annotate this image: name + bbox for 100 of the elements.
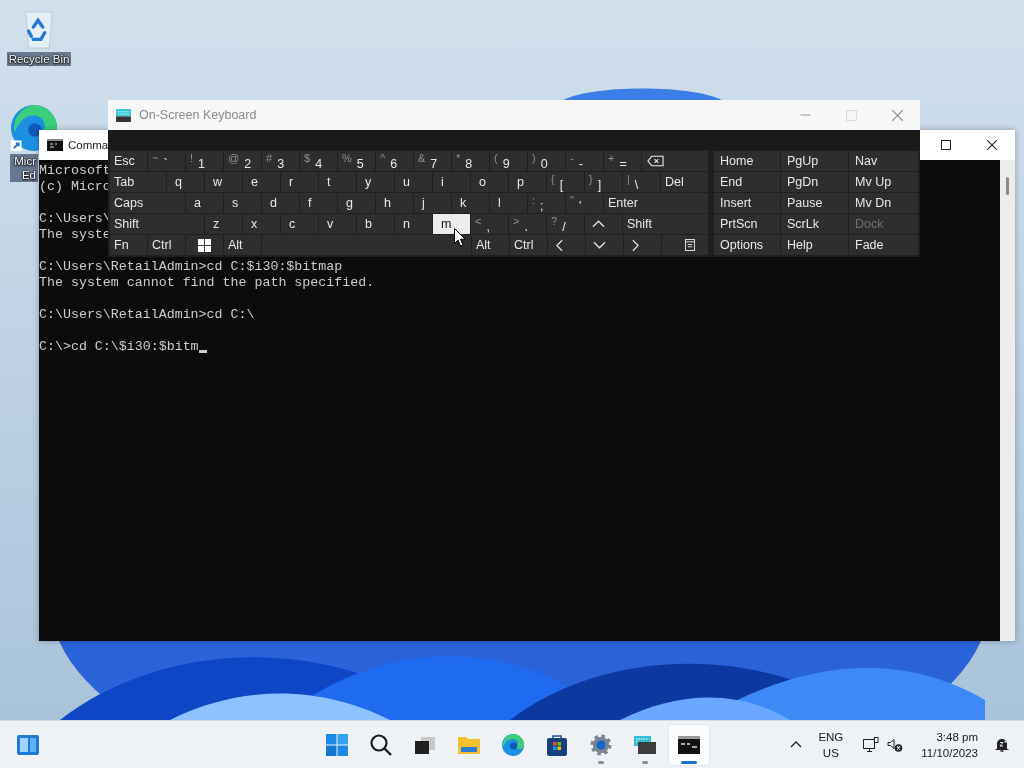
keyboard-key[interactable]: % 5 bbox=[338, 151, 375, 171]
language-indicator[interactable]: ENG US bbox=[812, 728, 850, 761]
keyboard-key[interactable]: h bbox=[376, 193, 413, 213]
terminal-line: C:\Users\RetailAdmin>cd C:\ bbox=[39, 307, 255, 323]
keyboard-key[interactable]: Fn bbox=[110, 235, 147, 255]
keyboard-key[interactable]: k bbox=[452, 193, 489, 213]
keyboard-key[interactable]: Help bbox=[781, 235, 848, 255]
close-icon bbox=[891, 109, 903, 121]
keyboard-key[interactable]: q bbox=[167, 172, 204, 192]
chevron-left-icon bbox=[556, 238, 563, 252]
keyboard-key[interactable]: g bbox=[338, 193, 375, 213]
keyboard-key[interactable]: j bbox=[414, 193, 451, 213]
keyboard-key[interactable]: PgDn bbox=[781, 172, 848, 192]
arrow-key[interactable] bbox=[586, 235, 623, 255]
keyboard-key[interactable]: Options bbox=[714, 235, 780, 255]
arrow-key[interactable] bbox=[548, 235, 585, 255]
keyboard-key[interactable]: y bbox=[357, 172, 394, 192]
keyboard-key[interactable]: " ' bbox=[566, 193, 603, 213]
keyboard-key[interactable]: e bbox=[243, 172, 280, 192]
keyboard-key[interactable]: @ 2 bbox=[224, 151, 261, 171]
keyboard-key[interactable]: PrtScn bbox=[714, 214, 780, 234]
keyboard-key[interactable]: # 3 bbox=[262, 151, 299, 171]
keyboard-icon bbox=[116, 108, 131, 122]
keyboard-key[interactable]: Ctrl bbox=[148, 235, 185, 255]
keyboard-key[interactable]: Pause bbox=[781, 193, 848, 213]
keyboard-key[interactable]: End bbox=[714, 172, 780, 192]
windows-logo-icon bbox=[325, 732, 349, 757]
keyboard-key[interactable]: u bbox=[395, 172, 432, 192]
keyboard-key[interactable]: Del bbox=[661, 172, 708, 192]
desktop-icon-label[interactable]: Recycle Bin bbox=[6, 52, 72, 66]
keyboard-key[interactable]: Fade bbox=[849, 235, 918, 255]
keyboard-key[interactable]: & 7 bbox=[414, 151, 451, 171]
menu-key[interactable] bbox=[662, 235, 708, 255]
arrow-key[interactable] bbox=[624, 235, 661, 255]
keyboard-key[interactable]: ScrLk bbox=[781, 214, 848, 234]
keyboard-key[interactable]: i bbox=[433, 172, 470, 192]
keyboard-key[interactable]: + = bbox=[604, 151, 641, 171]
keyboard-key[interactable]: : ; bbox=[528, 193, 565, 213]
desktop-icon-label[interactable]: Micr Ed bbox=[10, 154, 38, 182]
keyboard-key[interactable]: Caps bbox=[110, 193, 185, 213]
keyboard-key[interactable]: ! 1 bbox=[186, 151, 223, 171]
keyboard-key[interactable]: z bbox=[205, 214, 242, 234]
keyboard-key[interactable]: Alt bbox=[472, 235, 509, 255]
muted-speaker-icon bbox=[887, 736, 904, 753]
keyboard-key[interactable]: * 8 bbox=[452, 151, 489, 171]
arrow-key[interactable] bbox=[585, 214, 622, 234]
keyboard-key[interactable]: l bbox=[490, 193, 527, 213]
backspace-key[interactable] bbox=[642, 151, 708, 171]
keyboard-key[interactable]: c bbox=[281, 214, 318, 234]
keyboard-key[interactable]: o bbox=[471, 172, 508, 192]
keyboard-key[interactable]: Esc bbox=[110, 151, 147, 171]
keyboard-key[interactable]: s bbox=[224, 193, 261, 213]
chevron-right-icon bbox=[632, 238, 639, 252]
keyboard-key[interactable]: Alt bbox=[224, 235, 261, 255]
keyboard-key[interactable]: Ctrl bbox=[510, 235, 547, 255]
shopping-bag-icon bbox=[545, 732, 569, 757]
keyboard-key[interactable]: Mv Up bbox=[849, 172, 918, 192]
keyboard-key[interactable]: ( 9 bbox=[490, 151, 527, 171]
keyboard-key[interactable]: x bbox=[243, 214, 280, 234]
keyboard-key[interactable]: { [ bbox=[547, 172, 584, 192]
keyboard-key[interactable]: Enter bbox=[604, 193, 708, 213]
keyboard-key[interactable]: Home bbox=[714, 151, 780, 171]
windows-logo-icon bbox=[198, 238, 211, 252]
menu-icon bbox=[685, 239, 695, 251]
keyboard-key[interactable]: > . bbox=[509, 214, 546, 234]
maximize-icon bbox=[941, 140, 951, 150]
windows-key[interactable] bbox=[186, 235, 223, 255]
keyboard-key[interactable]: Mv Dn bbox=[849, 193, 918, 213]
keyboard-key[interactable]: f bbox=[300, 193, 337, 213]
keyboard-key[interactable]: } ] bbox=[585, 172, 622, 192]
terminal-button[interactable] bbox=[669, 724, 709, 765]
keyboard-key[interactable]: ~ ` bbox=[148, 151, 185, 171]
keyboard-key[interactable]: Nav bbox=[849, 151, 918, 171]
keyboard-key[interactable]: | \ bbox=[623, 172, 660, 192]
keyboard-key[interactable]: t bbox=[319, 172, 356, 192]
keyboard-key[interactable]: n bbox=[395, 214, 432, 234]
keyboard-key[interactable]: r bbox=[281, 172, 318, 192]
keyboard-key[interactable]: v bbox=[319, 214, 356, 234]
keyboard-key[interactable]: Shift bbox=[623, 214, 708, 234]
terminal-input[interactable]: C:\>cd C:\$i30:$bitm bbox=[39, 339, 199, 355]
keyboard-key[interactable]: Tab bbox=[110, 172, 166, 192]
keyboard-key[interactable]: m bbox=[433, 214, 470, 234]
keyboard-key[interactable]: PgUp bbox=[781, 151, 848, 171]
keyboard-key[interactable]: d bbox=[262, 193, 299, 213]
keyboard-key[interactable]: ) 0 bbox=[528, 151, 565, 171]
keyboard-key[interactable]: Shift bbox=[110, 214, 204, 234]
keyboard-key[interactable]: p bbox=[509, 172, 546, 192]
keyboard-key[interactable]: w bbox=[205, 172, 242, 192]
keyboard-key[interactable]: Insert bbox=[714, 193, 780, 213]
scrollbar-thumb[interactable] bbox=[1006, 177, 1009, 195]
minimize-icon bbox=[799, 114, 811, 116]
clock[interactable]: 3:48 pm 11/10/2023 bbox=[915, 728, 984, 761]
keyboard-key[interactable]: b bbox=[357, 214, 394, 234]
keyboard-key[interactable]: $ 4 bbox=[300, 151, 337, 171]
keyboard-key[interactable]: a bbox=[186, 193, 223, 213]
scrollbar[interactable] bbox=[1000, 160, 1015, 641]
keyboard-key[interactable]: ^ 6 bbox=[376, 151, 413, 171]
keyboard-key[interactable]: < , bbox=[471, 214, 508, 234]
keyboard-key[interactable]: ? / bbox=[547, 214, 584, 234]
keyboard-key[interactable]: - - bbox=[566, 151, 603, 171]
